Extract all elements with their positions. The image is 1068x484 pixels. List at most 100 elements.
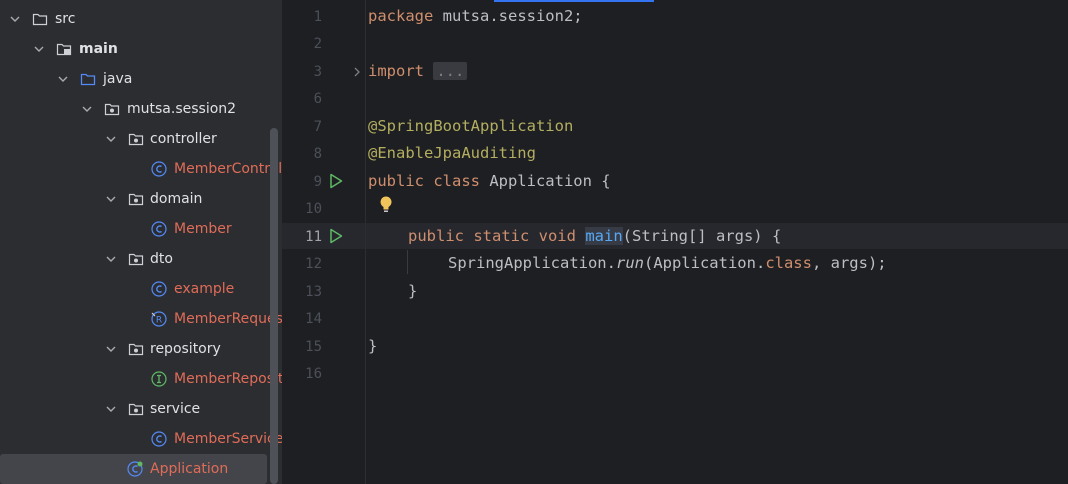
chevron-down-icon[interactable]: [106, 404, 116, 414]
tree-item-package-controller[interactable]: controller: [0, 124, 282, 154]
line-number: 2: [313, 36, 322, 52]
class-icon: [151, 221, 167, 237]
tree-item-label: MemberControl: [174, 161, 282, 177]
tree-item-class-member[interactable]: Member: [0, 214, 282, 244]
line-number: 12: [305, 256, 322, 272]
tree-scrollbar[interactable]: [270, 128, 278, 484]
package-name: mutsa.session2;: [433, 7, 583, 25]
tree-item-label: java: [103, 71, 133, 87]
class-declaration: Application {: [479, 172, 611, 190]
tree-item-record-memberrequest[interactable]: R MemberReques: [0, 304, 282, 334]
method-modifiers: public static void: [408, 227, 576, 245]
line-number: 15: [305, 339, 322, 355]
chevron-right-icon[interactable]: [352, 67, 362, 77]
tree-item-label: repository: [150, 341, 221, 357]
tree-item-class-example[interactable]: example: [0, 274, 282, 304]
tree-item-label: controller: [150, 131, 217, 147]
method-name-main: main: [585, 227, 623, 245]
folder-icon: [32, 13, 48, 26]
java-source-folder-icon: [80, 73, 96, 86]
code-line-12[interactable]: SpringApplication.run(Application.class,…: [448, 253, 887, 273]
package-icon: [104, 103, 120, 116]
code-line-3[interactable]: import ...: [368, 61, 468, 81]
spring-boot-class-icon: [127, 461, 143, 477]
tree-item-class-membercontroller[interactable]: MemberControl: [0, 154, 282, 184]
class-icon: [151, 161, 167, 177]
chevron-down-icon[interactable]: [106, 194, 116, 204]
folded-imports[interactable]: ...: [433, 62, 468, 80]
code-line-8[interactable]: @EnableJpaAuditing: [368, 143, 536, 163]
run-icon[interactable]: [329, 173, 343, 189]
tree-item-package-service[interactable]: service: [0, 394, 282, 424]
keyword-import: import: [368, 62, 424, 80]
project-tree: src main java mutsa.session2 controller …: [0, 0, 282, 484]
tree-item-label: MemberReques: [174, 311, 282, 327]
tree-item-label: Member: [174, 221, 232, 237]
code-line-15[interactable]: }: [368, 336, 377, 356]
tree-item-label: mutsa.session2: [127, 101, 237, 117]
tree-item-label: service: [150, 401, 201, 417]
package-icon: [128, 193, 144, 206]
tree-item-class-memberservice[interactable]: MemberService: [0, 424, 282, 454]
record-icon: R: [151, 311, 167, 327]
run-args-end: , args);: [811, 254, 887, 272]
tree-item-label: example: [174, 281, 235, 297]
line-number: 14: [305, 311, 322, 327]
run-method: run: [615, 254, 644, 272]
tree-item-package-dto[interactable]: dto: [0, 244, 282, 274]
gutter-separator: [365, 0, 366, 484]
chevron-down-icon[interactable]: [10, 14, 20, 24]
tree-item-label: dto: [150, 251, 173, 267]
run-arg-class: (Application.: [643, 254, 766, 272]
tree-item-label: Application: [150, 461, 229, 477]
line-number: 8: [313, 146, 322, 162]
chevron-down-icon[interactable]: [106, 344, 116, 354]
tree-item-class-application[interactable]: Application: [0, 454, 267, 484]
class-modifiers: public class: [368, 172, 480, 190]
line-number-active: 11: [305, 229, 322, 245]
lightbulb-icon[interactable]: [378, 195, 394, 213]
keyword-class: class: [765, 254, 812, 272]
tree-item-package-domain[interactable]: domain: [0, 184, 282, 214]
chevron-down-icon[interactable]: [82, 104, 92, 114]
package-icon: [128, 403, 144, 416]
source-root-folder-icon: [56, 43, 72, 56]
package-icon: [128, 133, 144, 146]
line-number: 10: [305, 201, 322, 217]
tree-item-label: main: [79, 41, 118, 57]
active-tab-indicator: [494, 0, 654, 2]
tree-item-interface-memberrepository[interactable]: MemberReposit: [0, 364, 282, 394]
class-icon: [151, 431, 167, 447]
chevron-down-icon[interactable]: [34, 44, 44, 54]
line-number: 1: [313, 9, 322, 25]
keyword-package: package: [368, 7, 434, 25]
line-number: 9: [313, 174, 322, 190]
tree-item-package-mutsa[interactable]: mutsa.session2: [0, 94, 282, 124]
line-number: 7: [313, 119, 322, 135]
tree-item-label: MemberService: [174, 431, 282, 447]
tree-item-src[interactable]: src: [0, 4, 282, 34]
line-number: 3: [313, 64, 322, 80]
run-receiver: SpringApplication.: [448, 254, 616, 272]
class-icon: [151, 281, 167, 297]
code-line-9[interactable]: public class Application {: [368, 171, 611, 191]
indent-guide: [407, 250, 408, 274]
chevron-down-icon[interactable]: [106, 134, 116, 144]
svg-text:R: R: [156, 316, 162, 326]
line-number: 16: [305, 366, 322, 382]
tree-item-java[interactable]: java: [0, 64, 282, 94]
code-line-7[interactable]: @SpringBootApplication: [368, 116, 573, 136]
tree-item-package-repository[interactable]: repository: [0, 334, 282, 364]
code-line-11[interactable]: public static void main(String[] args) {: [408, 226, 781, 246]
tree-item-main[interactable]: main: [0, 34, 282, 64]
code-line-13[interactable]: }: [408, 281, 417, 301]
package-icon: [128, 343, 144, 356]
chevron-down-icon[interactable]: [58, 74, 68, 84]
run-icon[interactable]: [329, 228, 343, 244]
method-params: (String[] args) {: [622, 227, 782, 245]
tree-item-label: domain: [150, 191, 203, 207]
tree-item-label: MemberReposit: [174, 371, 282, 387]
tree-item-label: src: [55, 11, 76, 27]
code-line-1[interactable]: package mutsa.session2;: [368, 6, 583, 26]
chevron-down-icon[interactable]: [106, 254, 116, 264]
